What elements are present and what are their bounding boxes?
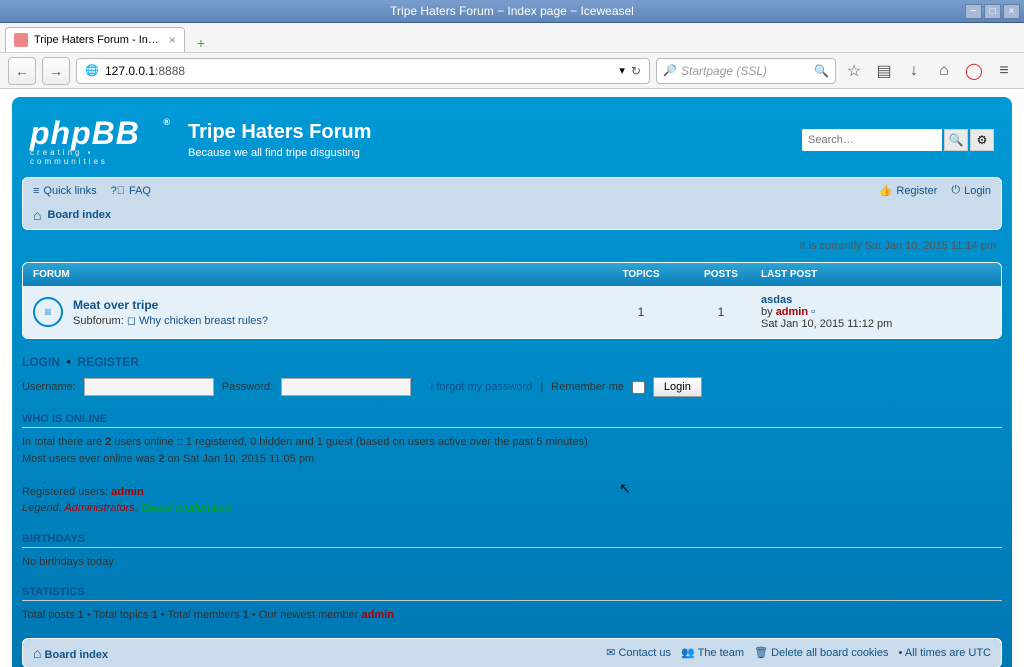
quick-links[interactable]: ≡ Quick links bbox=[33, 185, 97, 197]
dropdown-icon[interactable]: ▾ bbox=[619, 64, 625, 77]
footer-board-index[interactable]: Board index bbox=[45, 649, 109, 661]
menu-icon[interactable]: ≡ bbox=[992, 59, 1016, 83]
last-post-title[interactable]: asdas bbox=[761, 294, 792, 306]
trash-icon: 🗑 bbox=[754, 647, 768, 659]
help-icon: ?⃝ bbox=[111, 185, 125, 197]
forum-topics-count: 1 bbox=[601, 305, 681, 319]
forum-posts-count: 1 bbox=[681, 305, 761, 319]
thumbs-up-icon: 👍 bbox=[879, 184, 893, 197]
view-last-post-icon[interactable]: ▫ bbox=[811, 306, 815, 318]
forum-search-advanced-icon[interactable]: ⚙ bbox=[970, 129, 994, 151]
search-engine-icon[interactable]: 🔎 bbox=[663, 64, 677, 78]
home-icon[interactable]: ⌂ bbox=[932, 59, 956, 83]
col-posts: POSTS bbox=[681, 269, 761, 280]
bookmarks-icon[interactable]: ▤ bbox=[872, 59, 896, 83]
subforum-post-icon: ◻ bbox=[127, 315, 136, 327]
subforum-link[interactable]: Why chicken breast rules? bbox=[139, 315, 268, 327]
register-link[interactable]: 👍 Register bbox=[879, 184, 938, 197]
faq-link[interactable]: ?⃝ FAQ bbox=[111, 185, 151, 197]
forum-search-button[interactable]: 🔍 bbox=[944, 129, 968, 151]
newest-member-link[interactable]: admin bbox=[362, 609, 394, 621]
last-post-time: Sat Jan 10, 2015 11:12 pm bbox=[761, 318, 991, 330]
login-link[interactable]: ⏻ Login bbox=[951, 184, 991, 197]
legend-administrators[interactable]: Administrators bbox=[64, 502, 134, 514]
page-content: phpBB ® creating ▪ communities Tripe Hat… bbox=[0, 89, 1024, 667]
login-heading[interactable]: LOGIN bbox=[22, 355, 60, 369]
phpbb-logo[interactable]: phpBB ® creating ▪ communities bbox=[30, 115, 170, 165]
url-field[interactable]: 🌐 127.0.0.1:8888 ▾ ↻ bbox=[76, 58, 650, 84]
register-heading[interactable]: REGISTER bbox=[78, 355, 139, 369]
forum-search: 🔍 ⚙ bbox=[802, 129, 994, 151]
contact-us-link[interactable]: Contact us bbox=[618, 647, 671, 659]
username-label: Username: bbox=[22, 381, 76, 393]
globe-icon: 🌐 bbox=[85, 64, 99, 78]
delete-cookies-link[interactable]: Delete all board cookies bbox=[771, 647, 888, 659]
col-last: LAST POST bbox=[761, 269, 991, 280]
back-button[interactable]: ← bbox=[8, 57, 36, 85]
last-post-user[interactable]: admin bbox=[776, 306, 808, 318]
browser-toolbar: ← → 🌐 127.0.0.1:8888 ▾ ↻ 🔎 Startpage (SS… bbox=[0, 53, 1024, 89]
col-topics: TOPICS bbox=[601, 269, 681, 280]
birthdays-heading: BIRTHDAYS bbox=[22, 533, 1002, 548]
tab-close-icon[interactable]: × bbox=[169, 33, 176, 47]
password-input[interactable] bbox=[281, 378, 411, 396]
footer-home-icon[interactable]: ⌂ bbox=[33, 645, 41, 661]
new-tab-button[interactable]: + bbox=[191, 34, 211, 52]
url-text: 127.0.0.1:8888 bbox=[105, 64, 613, 78]
site-title: Tripe Haters Forum bbox=[188, 121, 371, 144]
remember-checkbox[interactable] bbox=[632, 381, 645, 394]
browser-tabbar: Tripe Haters Forum - In… × + bbox=[0, 23, 1024, 53]
team-icon: 👥 bbox=[681, 647, 695, 659]
forward-button[interactable]: → bbox=[42, 57, 70, 85]
reload-icon[interactable]: ↻ bbox=[631, 64, 641, 78]
search-go-icon[interactable]: 🔍 bbox=[814, 64, 829, 78]
forum-row: ≡ Meat over tripe Subforum: ◻ Why chicke… bbox=[23, 286, 1001, 338]
envelope-icon: ✉ bbox=[606, 647, 615, 659]
forum-list: FORUM TOPICS POSTS LAST POST ≡ Meat over… bbox=[22, 262, 1002, 339]
username-input[interactable] bbox=[84, 378, 214, 396]
subforum-label: Subforum: bbox=[73, 315, 124, 327]
online-user-link[interactable]: admin bbox=[111, 486, 143, 498]
bookmark-star-icon[interactable]: ☆ bbox=[842, 59, 866, 83]
minimize-button[interactable]: − bbox=[965, 4, 982, 19]
footer-nav: ⌂ Board index ✉ Contact us 👥 The team 🗑 … bbox=[22, 638, 1002, 667]
window-titlebar: Tripe Haters Forum − Index page − Icewea… bbox=[0, 0, 1024, 23]
remember-label: Remember me bbox=[551, 381, 624, 393]
current-time: It is currently Sat Jan 10, 2015 11:14 p… bbox=[22, 230, 1002, 262]
timezone-text: All times are UTC bbox=[905, 647, 991, 659]
window-title: Tripe Haters Forum − Index page − Icewea… bbox=[390, 4, 634, 18]
breadcrumb-home-icon[interactable]: ⌂ bbox=[33, 207, 41, 223]
close-button[interactable]: × bbox=[1003, 4, 1020, 19]
password-label: Password: bbox=[222, 381, 273, 393]
forum-navbar: ≡ Quick links ?⃝ FAQ 👍 Register ⏻ Login … bbox=[22, 177, 1002, 230]
breadcrumb-board-index[interactable]: Board index bbox=[47, 209, 111, 221]
tab-favicon-icon bbox=[14, 33, 28, 47]
browser-search-field[interactable]: 🔎 Startpage (SSL) 🔍 bbox=[656, 58, 836, 84]
forgot-password-link[interactable]: I forgot my password bbox=[430, 381, 532, 393]
menu-bars-icon: ≡ bbox=[33, 185, 39, 197]
team-link[interactable]: The team bbox=[698, 647, 744, 659]
adblock-icon[interactable]: ◯ bbox=[962, 59, 986, 83]
forum-search-input[interactable] bbox=[802, 129, 942, 151]
login-button[interactable]: Login bbox=[653, 377, 702, 397]
birthdays-text: No birthdays today bbox=[22, 554, 1002, 571]
maximize-button[interactable]: □ bbox=[984, 4, 1001, 19]
browser-search-placeholder: Startpage (SSL) bbox=[681, 64, 810, 78]
col-forum: FORUM bbox=[33, 269, 601, 280]
tab-title: Tripe Haters Forum - In… bbox=[34, 34, 159, 46]
forum-title-link[interactable]: Meat over tripe bbox=[73, 298, 601, 312]
power-icon: ⏻ bbox=[951, 184, 960, 197]
legend-moderators[interactable]: Global moderators bbox=[141, 502, 232, 514]
forum-status-icon: ≡ bbox=[33, 297, 63, 327]
site-description: Because we all find tripe disgusting bbox=[188, 147, 371, 159]
downloads-icon[interactable]: ↓ bbox=[902, 59, 926, 83]
stats-heading: STATISTICS bbox=[22, 586, 1002, 601]
browser-tab[interactable]: Tripe Haters Forum - In… × bbox=[5, 27, 185, 52]
online-heading: WHO IS ONLINE bbox=[22, 413, 1002, 428]
